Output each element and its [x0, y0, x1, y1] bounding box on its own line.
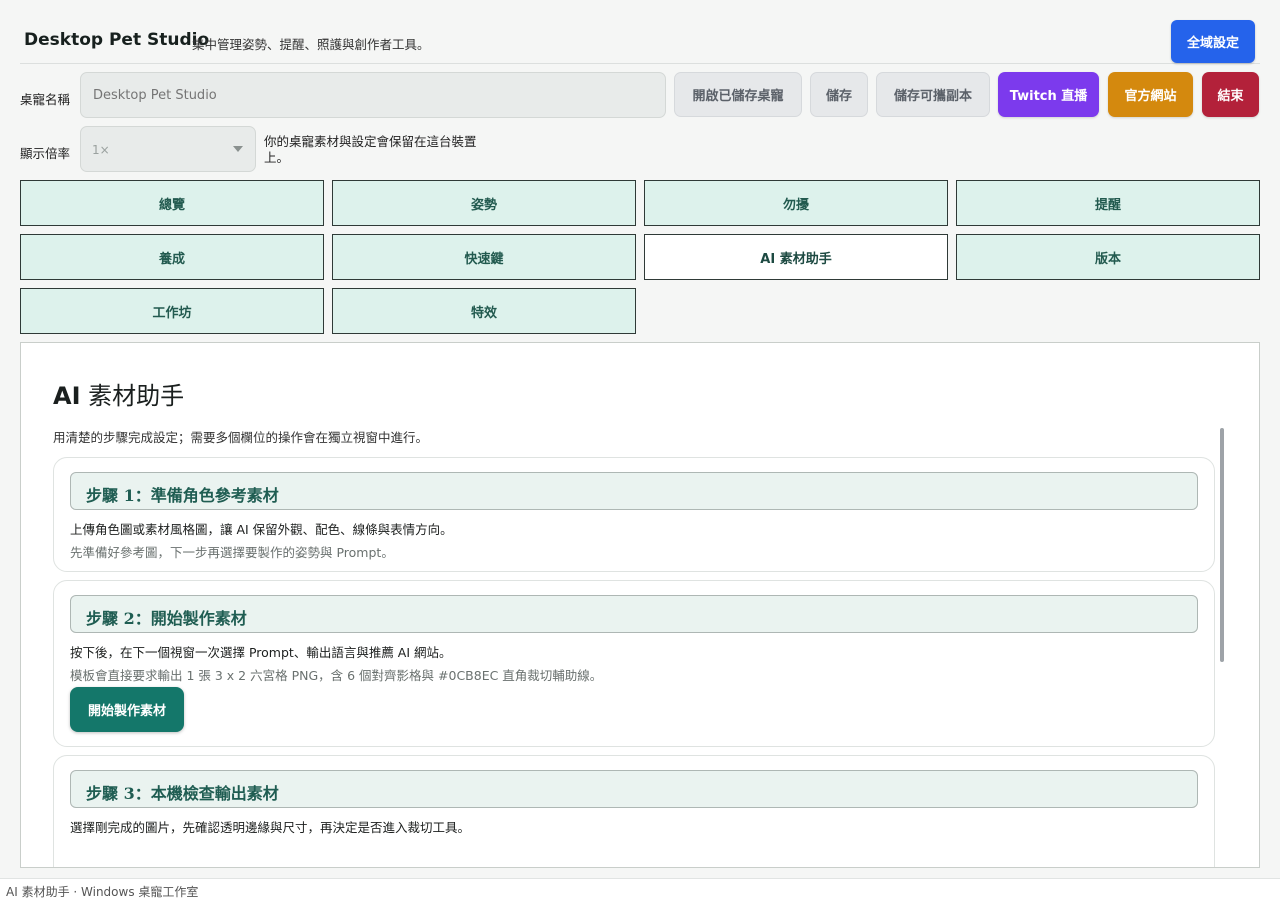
pet-name-label: 桌寵名稱	[20, 92, 71, 107]
start-creating-assets-button[interactable]: 開始製作素材	[70, 687, 184, 732]
step-2-hint: 模板會直接要求輸出 1 張 3 x 2 六宮格 PNG，含 6 個對齊影格與 #…	[70, 668, 603, 683]
app-subtitle: 集中管理姿勢、提醒、照護與創作者工具。	[192, 37, 430, 52]
tab-reminders[interactable]: 提醒	[956, 180, 1260, 226]
tab-nurture[interactable]: 養成	[20, 234, 324, 280]
open-saved-pet-button[interactable]: 開啟已儲存桌寵	[674, 72, 802, 117]
global-settings-button[interactable]: 全域設定	[1171, 20, 1255, 63]
tab-shortcuts[interactable]: 快速鍵	[332, 234, 636, 280]
scale-value: 1×	[92, 143, 110, 157]
step-3-title: 步驟 3：本機檢查輸出素材	[70, 770, 1198, 808]
ai-assistant-panel: AI 素材助手 用清楚的步驟完成設定；需要多個欄位的操作會在獨立視窗中進行。 步…	[20, 342, 1260, 868]
app-title: Desktop Pet Studio	[24, 30, 210, 50]
pet-name-row: 桌寵名稱 開啟已儲存桌寵 儲存 儲存可攜副本 Twitch 直播 官方網站 結束	[20, 72, 1260, 118]
twitch-live-button[interactable]: Twitch 直播	[998, 72, 1099, 117]
status-bar: AI 素材助手 · Windows 桌寵工作室	[0, 878, 1280, 900]
tab-versions[interactable]: 版本	[956, 234, 1260, 280]
app-header: Desktop Pet Studio 集中管理姿勢、提醒、照護與創作者工具。 全…	[20, 20, 1260, 64]
tab-ai-asset-assistant[interactable]: AI 素材助手	[644, 234, 948, 280]
step-3-text: 選擇剛完成的圖片，先確認透明邊緣與尺寸，再決定是否進入裁切工具。	[70, 820, 471, 835]
scale-select[interactable]: 1×	[80, 126, 256, 172]
scale-label: 顯示倍率	[20, 146, 71, 161]
save-button[interactable]: 儲存	[810, 72, 868, 117]
step-1-title: 步驟 1：準備角色參考素材	[70, 472, 1198, 510]
scrollbar[interactable]	[1220, 428, 1224, 662]
step-1-hint: 先準備好參考圖，下一步再選擇要製作的姿勢與 Prompt。	[70, 545, 394, 560]
step-2-title: 步驟 2：開始製作素材	[70, 595, 1198, 633]
save-portable-button[interactable]: 儲存可攜副本	[876, 72, 990, 117]
tab-poses[interactable]: 姿勢	[332, 180, 636, 226]
panel-title: AI 素材助手	[53, 382, 185, 410]
tab-overview[interactable]: 總覽	[20, 180, 324, 226]
exit-button[interactable]: 結束	[1202, 72, 1259, 117]
step-2-text: 按下後，在下一個視窗一次選擇 Prompt、輸出語言與推薦 AI 網站。	[70, 645, 452, 660]
step-card-1: 步驟 1：準備角色參考素材 上傳角色圖或素材風格圖，讓 AI 保留外觀、配色、線…	[53, 457, 1215, 572]
panel-description: 用清楚的步驟完成設定；需要多個欄位的操作會在獨立視窗中進行。	[53, 430, 429, 445]
step-card-2: 步驟 2：開始製作素材 按下後，在下一個視窗一次選擇 Prompt、輸出語言與推…	[53, 580, 1215, 747]
official-website-button[interactable]: 官方網站	[1108, 72, 1193, 117]
pet-name-input[interactable]	[80, 72, 666, 118]
chevron-down-icon	[233, 146, 243, 152]
storage-note: 你的桌寵素材與設定會保留在這台裝置上。	[264, 134, 477, 165]
tab-workshop[interactable]: 工作坊	[20, 288, 324, 334]
scale-row: 顯示倍率 1× 你的桌寵素材與設定會保留在這台裝置上。	[20, 126, 720, 172]
tab-effects[interactable]: 特效	[332, 288, 636, 334]
step-1-text: 上傳角色圖或素材風格圖，讓 AI 保留外觀、配色、線條與表情方向。	[70, 522, 453, 537]
tab-do-not-disturb[interactable]: 勿擾	[644, 180, 948, 226]
step-card-3: 步驟 3：本機檢查輸出素材 選擇剛完成的圖片，先確認透明邊緣與尺寸，再決定是否進…	[53, 755, 1215, 867]
